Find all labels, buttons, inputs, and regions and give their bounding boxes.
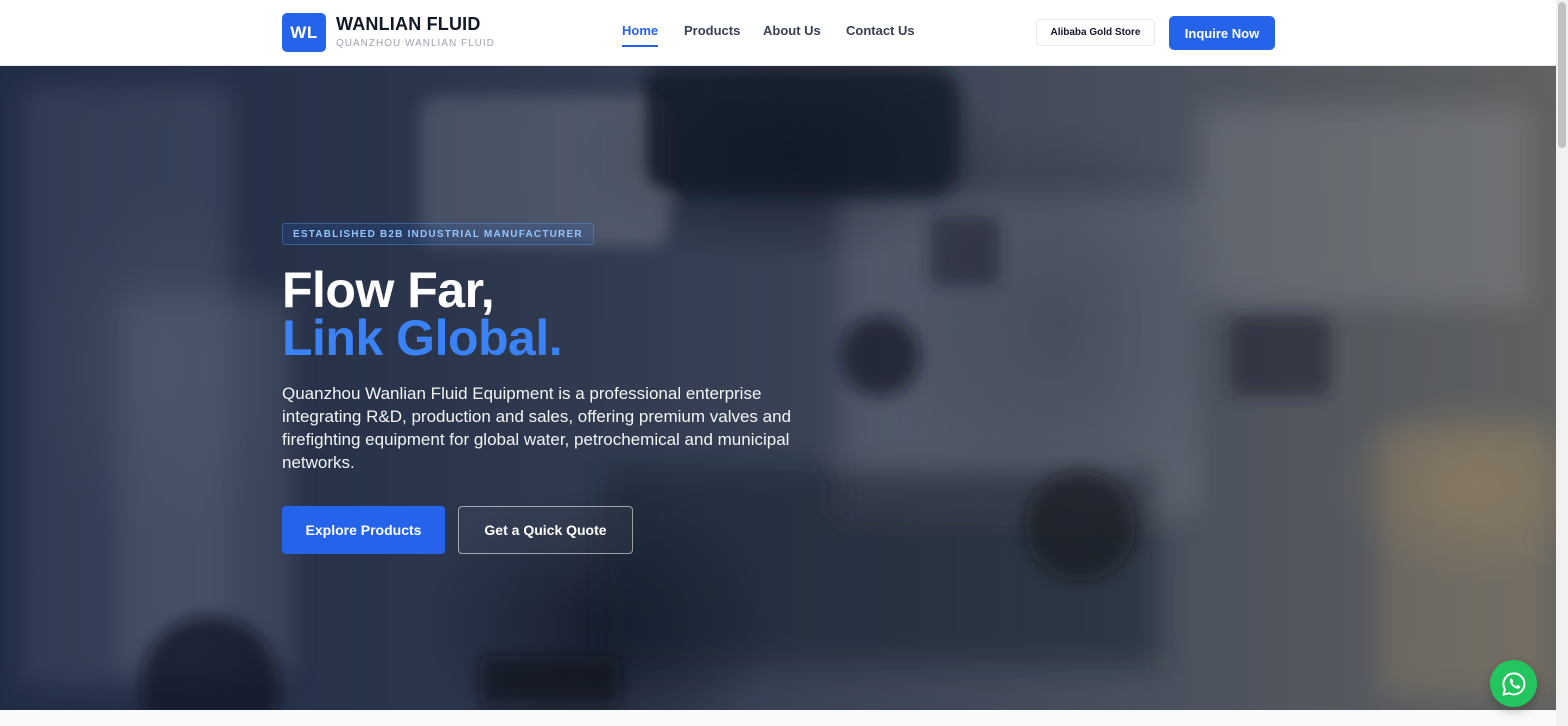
tagline-badge: ESTABLISHED B2B INDUSTRIAL MANUFACTURER <box>282 223 594 245</box>
whatsapp-icon <box>1502 671 1525 696</box>
brand-name[interactable]: WANLIAN FLUID <box>336 14 481 35</box>
nav-about-us[interactable]: About Us <box>763 23 821 38</box>
nav-home[interactable]: Home <box>622 23 658 38</box>
next-section-edge <box>0 710 1556 726</box>
hero-description: Quanzhou Wanlian Fluid Equipment is a pr… <box>282 384 792 472</box>
hero-section: ESTABLISHED B2B INDUSTRIAL MANUFACTURER … <box>0 66 1556 710</box>
site-header: WL WANLIAN FLUID QUANZHOU WANLIAN FLUID … <box>0 0 1556 66</box>
brand-subtitle: QUANZHOU WANLIAN FLUID <box>336 38 495 49</box>
alibaba-store-button[interactable]: Alibaba Gold Store <box>1036 19 1155 46</box>
quick-quote-button[interactable]: Get a Quick Quote <box>458 506 633 554</box>
nav-products[interactable]: Products <box>684 23 740 38</box>
scrollbar-thumb[interactable] <box>1558 2 1566 148</box>
inquire-now-button[interactable]: Inquire Now <box>1169 16 1275 50</box>
explore-products-button[interactable]: Explore Products <box>282 506 445 554</box>
nav-contact-us[interactable]: Contact Us <box>846 23 915 38</box>
nav-active-indicator <box>622 45 658 47</box>
headline-line-2: Link Global. <box>282 310 563 366</box>
whatsapp-button[interactable] <box>1490 660 1537 707</box>
logo-mark[interactable]: WL <box>282 13 326 52</box>
